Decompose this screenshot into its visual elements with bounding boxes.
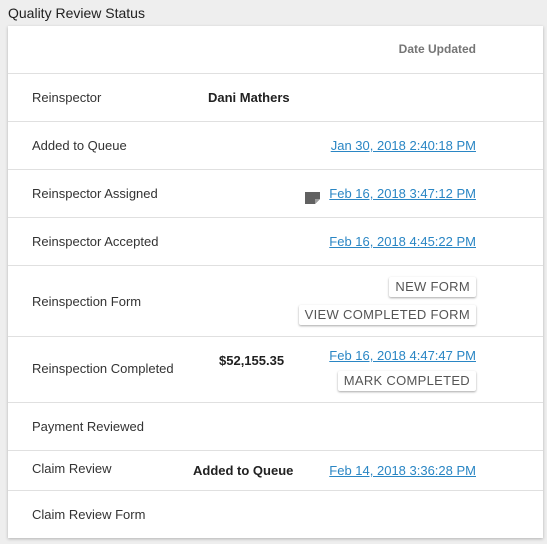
row-label: Claim Review <box>32 461 112 476</box>
section-title: Quality Review Status <box>8 5 145 21</box>
row-reinspection-completed: Reinspection Completed $52,155.35 Feb 16… <box>8 337 543 403</box>
row-label: Reinspector <box>32 90 102 105</box>
note-icon[interactable] <box>305 192 320 204</box>
completed-amount: $52,155.35 <box>219 353 285 368</box>
row-reinspector-accepted: Reinspector Accepted Feb 16, 2018 4:45:2… <box>8 218 543 266</box>
row-label: Reinspection Completed <box>32 361 174 376</box>
row-label: Added to Queue <box>32 138 127 153</box>
row-claim-review-form: Claim Review Form <box>8 491 543 538</box>
new-form-button[interactable]: NEW FORM <box>389 277 476 297</box>
view-completed-form-button[interactable]: VIEW COMPLETED FORM <box>298 305 476 325</box>
date-updated-header: Date Updated <box>398 42 476 56</box>
claim-review-date-link[interactable]: Feb 14, 2018 3:36:28 PM <box>329 463 476 478</box>
reinspector-name: Dani Mathers <box>208 90 290 105</box>
row-label: Reinspector Assigned <box>32 186 158 201</box>
quality-review-card: Date Updated Reinspector Dani Mathers Ad… <box>8 26 543 538</box>
header-row: Date Updated <box>8 26 543 74</box>
reinspector-accepted-date-link[interactable]: Feb 16, 2018 4:45:22 PM <box>329 234 476 249</box>
reinspection-completed-date-link[interactable]: Feb 16, 2018 4:47:47 PM <box>329 348 476 363</box>
row-label: Reinspection Form <box>32 294 142 309</box>
row-label: Claim Review Form <box>32 507 146 522</box>
row-label: Reinspector Accepted <box>32 234 159 249</box>
mark-completed-button[interactable]: MARK COMPLETED <box>337 371 476 391</box>
claim-review-status: Added to Queue <box>193 463 294 478</box>
row-label: Payment Reviewed <box>32 419 144 434</box>
row-reinspector-assigned: Reinspector Assigned Feb 16, 2018 3:47:1… <box>8 170 543 218</box>
row-reinspector: Reinspector Dani Mathers <box>8 74 543 122</box>
row-payment-reviewed: Payment Reviewed <box>8 403 543 451</box>
added-to-queue-date-link[interactable]: Jan 30, 2018 2:40:18 PM <box>331 138 476 153</box>
row-reinspection-form: Reinspection Form NEW FORM VIEW COMPLETE… <box>8 266 543 337</box>
row-claim-review: Claim Review Added to Queue Feb 14, 2018… <box>8 451 543 491</box>
reinspector-assigned-date-link[interactable]: Feb 16, 2018 3:47:12 PM <box>329 186 476 201</box>
row-added-to-queue: Added to Queue Jan 30, 2018 2:40:18 PM <box>8 122 543 170</box>
